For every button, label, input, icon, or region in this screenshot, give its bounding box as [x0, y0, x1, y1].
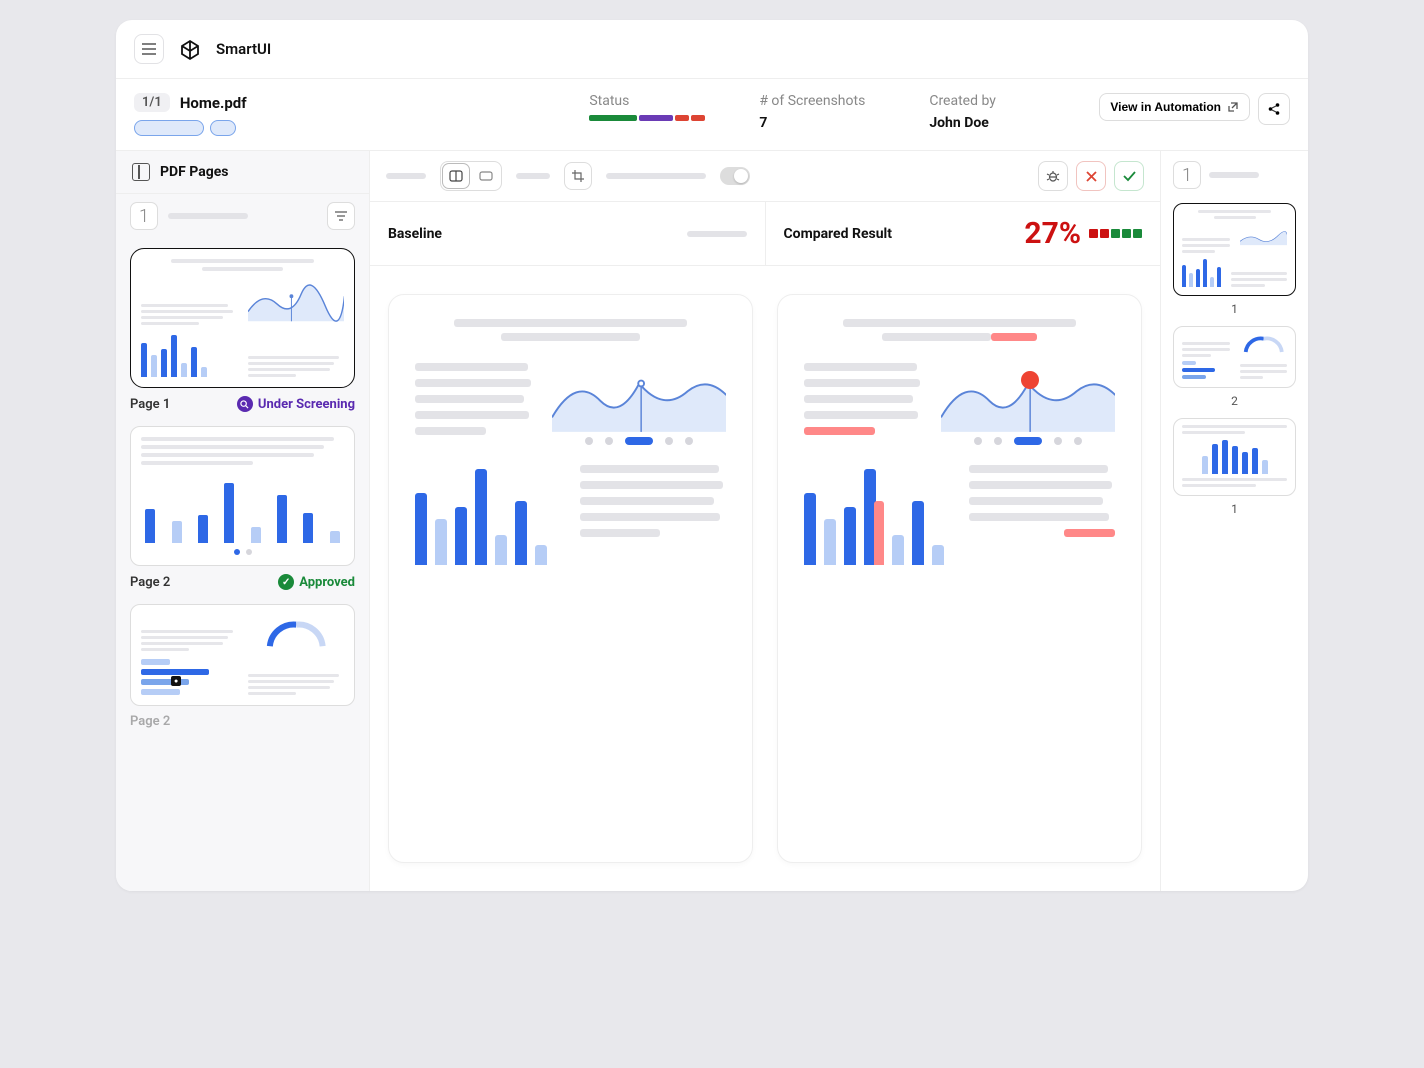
status-text: Approved	[299, 575, 355, 590]
left-subheader: 1	[116, 194, 369, 238]
brand-name: SmartUI	[216, 40, 271, 58]
variant-label: 1	[1173, 302, 1296, 316]
right-sidebar: 1	[1160, 151, 1308, 891]
pages-icon	[132, 163, 150, 181]
placeholder	[606, 173, 706, 179]
placeholder	[168, 213, 248, 219]
status-bar	[589, 115, 719, 121]
variant-thumb[interactable]	[1173, 326, 1296, 388]
screenshots-column: # of Screenshots 7	[759, 93, 889, 131]
topbar: SmartUI	[116, 20, 1308, 79]
diff-percent: 27%	[1024, 216, 1081, 251]
menu-button[interactable]	[134, 34, 164, 64]
file-name: Home.pdf	[180, 94, 247, 112]
compared-header: Compared Result 27%	[766, 202, 1161, 265]
right-header: 1	[1173, 161, 1296, 189]
thumb-meta: Page 1 Under Screening	[130, 396, 355, 412]
created-by-column: Created by John Doe	[929, 93, 1059, 131]
compare-body	[370, 266, 1160, 891]
placeholder	[1209, 172, 1259, 178]
page-thumb[interactable]	[130, 248, 355, 388]
status-column: Status	[589, 93, 719, 121]
variant-label: 1	[1173, 502, 1296, 516]
file-tags	[134, 120, 549, 136]
diff-overlay-toggle[interactable]	[720, 167, 750, 185]
status-text: Under Screening	[258, 397, 355, 412]
page-label: Page 2	[130, 714, 170, 729]
brand-logo-icon	[178, 37, 202, 61]
screening-icon	[237, 396, 253, 412]
filter-button[interactable]	[327, 202, 355, 230]
view-automation-label: View in Automation	[1110, 100, 1221, 114]
status-tag: Under Screening	[237, 396, 355, 412]
thumb-meta: Page 2 ✓ Approved	[130, 574, 355, 590]
left-title: PDF Pages	[160, 164, 228, 180]
baseline-label: Baseline	[388, 226, 442, 242]
status-tag: ✓ Approved	[278, 574, 355, 590]
left-header: PDF Pages	[116, 151, 369, 194]
single-icon	[479, 170, 493, 182]
view-automation-button[interactable]: View in Automation	[1099, 93, 1250, 121]
crop-icon	[572, 170, 584, 182]
compared-label: Compared Result	[784, 226, 892, 242]
bug-button[interactable]	[1038, 161, 1068, 191]
check-icon	[1123, 171, 1136, 182]
variant-label: 2	[1173, 394, 1296, 408]
tag-pill[interactable]	[210, 120, 236, 136]
status-seg-purple	[639, 115, 673, 121]
share-icon	[1267, 102, 1281, 116]
created-by-label: Created by	[929, 93, 1059, 109]
layout-toggle-group	[440, 161, 502, 191]
reject-button[interactable]	[1076, 161, 1106, 191]
status-seg-red	[675, 115, 689, 121]
status-seg-green	[589, 115, 637, 121]
page-thumb[interactable]	[130, 426, 355, 566]
compared-preview[interactable]	[777, 294, 1142, 863]
main-area: PDF Pages 1	[116, 151, 1308, 891]
compare-toolbar	[370, 151, 1160, 202]
right-page-indicator[interactable]: 1	[1173, 161, 1201, 189]
share-button[interactable]	[1258, 93, 1290, 125]
compare-header-row: Baseline Compared Result 27%	[370, 202, 1160, 266]
thumb-meta: Page 2	[130, 714, 355, 729]
header-actions: View in Automation	[1099, 93, 1290, 125]
file-counter: 1/1	[134, 93, 170, 112]
current-page-indicator[interactable]: 1	[130, 202, 158, 230]
side-by-side-button[interactable]	[443, 164, 469, 188]
created-by-value: John Doe	[929, 115, 1059, 131]
diff-marker-icon	[1021, 371, 1039, 389]
placeholder	[516, 173, 550, 179]
center-panel: Baseline Compared Result 27%	[370, 151, 1160, 891]
placeholder	[687, 231, 747, 237]
file-meta-row: 1/1 Home.pdf Status # of Screenshots 7 C…	[116, 79, 1308, 151]
approved-icon: ✓	[278, 574, 294, 590]
status-seg-red	[691, 115, 705, 121]
filter-icon	[335, 211, 347, 221]
variant-thumb[interactable]	[1173, 203, 1296, 296]
page-thumb-list: Page 1 Under Screening	[116, 238, 369, 753]
screenshots-label: # of Screenshots	[759, 93, 889, 109]
screenshots-value: 7	[759, 115, 889, 131]
external-link-icon	[1227, 101, 1239, 113]
file-block: 1/1 Home.pdf	[134, 93, 549, 136]
status-label: Status	[589, 93, 719, 109]
crop-button[interactable]	[564, 162, 592, 190]
approve-button[interactable]	[1114, 161, 1144, 191]
variant-thumb[interactable]	[1173, 418, 1296, 496]
left-sidebar: PDF Pages 1	[116, 151, 370, 891]
page-label: Page 1	[130, 397, 170, 412]
baseline-header: Baseline	[370, 202, 766, 265]
app-window: SmartUI 1/1 Home.pdf Status # of Screens…	[116, 20, 1308, 891]
page-thumb[interactable]: ●	[130, 604, 355, 706]
page-label: Page 2	[130, 575, 170, 590]
bug-icon	[1046, 169, 1060, 183]
hamburger-icon	[142, 43, 156, 55]
single-view-button[interactable]	[473, 164, 499, 188]
close-icon	[1086, 171, 1097, 182]
tag-pill[interactable]	[134, 120, 204, 136]
baseline-preview[interactable]	[388, 294, 753, 863]
split-icon	[449, 170, 463, 182]
placeholder	[386, 173, 426, 179]
diff-heatmap	[1089, 229, 1142, 238]
